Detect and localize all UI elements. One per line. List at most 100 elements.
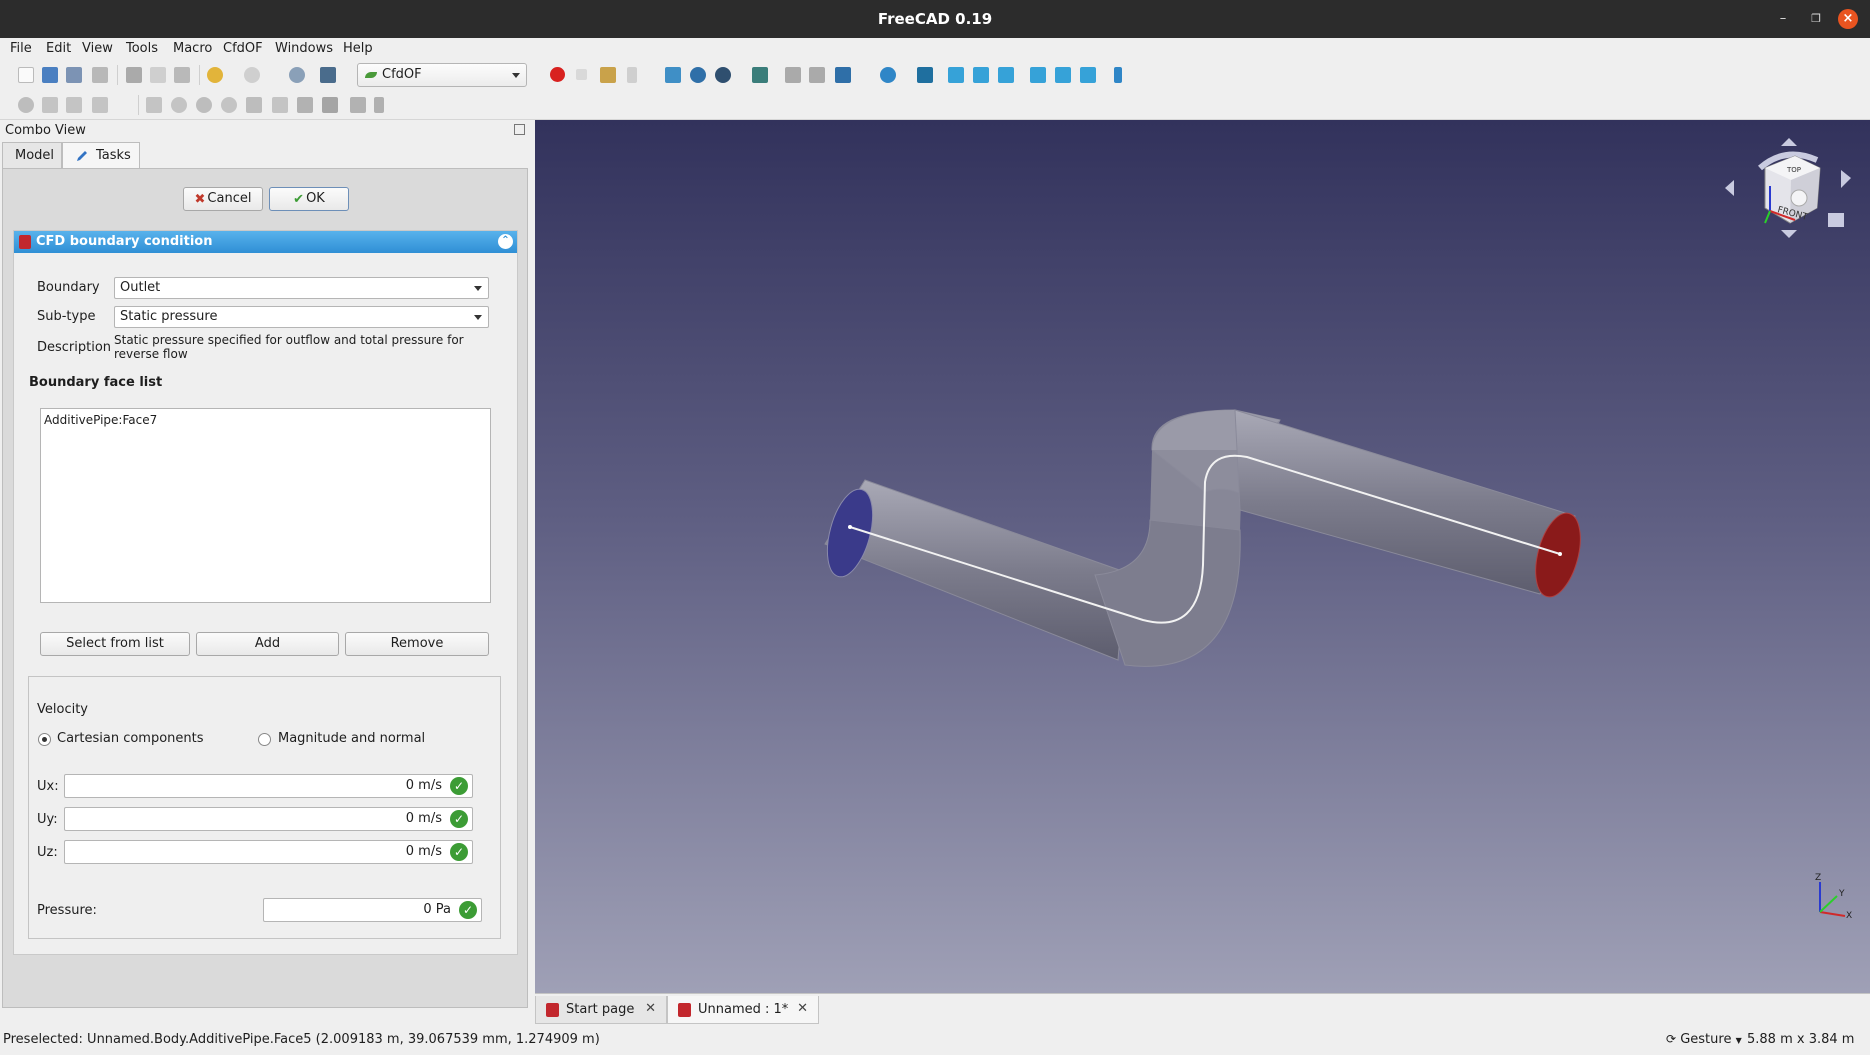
- panel-header: CFD boundary condition ⌃: [14, 231, 517, 253]
- ok-button[interactable]: ✔ OK: [269, 187, 349, 211]
- rear-view-icon[interactable]: [1030, 67, 1046, 83]
- whats-this-icon[interactable]: [320, 67, 336, 83]
- menu-macro[interactable]: Macro: [173, 41, 212, 56]
- cfd-porous-icon[interactable]: [171, 97, 187, 113]
- navigation-cube[interactable]: FRONT TOP: [1725, 138, 1855, 248]
- magnitude-radio[interactable]: [258, 733, 271, 746]
- cfd-report-icon[interactable]: [322, 97, 338, 113]
- tab-start-page[interactable]: Start page ✕: [535, 996, 667, 1024]
- cfd-boundary-icon[interactable]: [146, 97, 162, 113]
- select-from-list-button[interactable]: Select from list: [40, 632, 190, 656]
- menu-view[interactable]: View: [82, 41, 113, 56]
- collapse-icon[interactable]: ⌃: [498, 234, 513, 249]
- valid-check-icon: ✓: [450, 843, 468, 861]
- uy-input[interactable]: 0 m/s: [64, 807, 473, 831]
- cfd-mesh-icon[interactable]: [221, 97, 237, 113]
- left-view-icon[interactable]: [1080, 67, 1096, 83]
- redo-icon[interactable]: [244, 67, 260, 83]
- face-list-title: Boundary face list: [29, 375, 163, 390]
- add-button[interactable]: Add: [196, 632, 339, 656]
- measure-distance-icon[interactable]: [1114, 67, 1122, 83]
- top-view-icon[interactable]: [973, 67, 989, 83]
- ux-input[interactable]: 0 m/s: [64, 774, 473, 798]
- paste-icon[interactable]: [174, 67, 190, 83]
- menu-help[interactable]: Help: [343, 41, 373, 56]
- cfd-physics-icon[interactable]: [42, 97, 58, 113]
- preselection-text: Preselected: Unnamed.Body.AdditivePipe.F…: [3, 1032, 600, 1047]
- bounding-box-icon[interactable]: [752, 67, 768, 83]
- stop-macro-icon[interactable]: [576, 69, 587, 80]
- cartesian-radio[interactable]: [38, 733, 51, 746]
- close-button[interactable]: ×: [1838, 9, 1858, 29]
- back-icon[interactable]: [785, 67, 801, 83]
- right-view-icon[interactable]: [998, 67, 1014, 83]
- cfd-solver-icon[interactable]: [350, 97, 366, 113]
- cfd-fluid-properties-icon[interactable]: [66, 97, 82, 113]
- bottom-view-icon[interactable]: [1055, 67, 1071, 83]
- cfd-scalar-icon[interactable]: [297, 97, 313, 113]
- menu-file[interactable]: File: [10, 41, 32, 56]
- boundary-select[interactable]: Outlet: [114, 277, 489, 299]
- pressure-value: 0 Pa: [423, 902, 451, 917]
- workbench-selector[interactable]: CfdOF: [357, 63, 527, 87]
- run-macro-icon[interactable]: [627, 67, 637, 83]
- std-views-icon[interactable]: [835, 67, 851, 83]
- pressure-input[interactable]: 0 Pa: [263, 898, 482, 922]
- cfd-dynamic-mesh-icon[interactable]: [272, 97, 288, 113]
- tab-tasks[interactable]: Tasks: [62, 142, 140, 168]
- cfd-zone-icon[interactable]: [196, 97, 212, 113]
- boundary-condition-panel: CFD boundary condition ⌃ Boundary Outlet…: [13, 230, 518, 955]
- menu-edit[interactable]: Edit: [46, 41, 71, 56]
- draw-style-icon[interactable]: [715, 67, 731, 83]
- undo-icon[interactable]: [207, 67, 223, 83]
- isometric-icon[interactable]: [917, 67, 933, 83]
- tab-unnamed[interactable]: Unnamed : 1* ✕: [667, 996, 819, 1024]
- chevron-down-icon: [474, 286, 482, 291]
- title-bar: FreeCAD 0.19 – ❐ ×: [0, 0, 1870, 38]
- boundary-value: Outlet: [120, 280, 161, 295]
- 3d-view[interactable]: FRONT TOP Z Y X: [535, 120, 1870, 993]
- menu-tools[interactable]: Tools: [126, 41, 158, 56]
- face-list[interactable]: AdditivePipe:Face7: [40, 408, 491, 603]
- window-title: FreeCAD 0.19: [877, 10, 993, 28]
- uz-input[interactable]: 0 m/s: [64, 840, 473, 864]
- close-tab-icon[interactable]: ✕: [645, 1001, 656, 1016]
- chevron-down-icon: [474, 315, 482, 320]
- menu-windows[interactable]: Windows: [275, 41, 333, 56]
- list-item[interactable]: AdditivePipe:Face7: [44, 413, 487, 427]
- close-tab-icon[interactable]: ✕: [797, 1001, 808, 1016]
- remove-button[interactable]: Remove: [345, 632, 489, 656]
- print-icon[interactable]: [92, 67, 108, 83]
- fit-all-icon[interactable]: [665, 67, 681, 83]
- minimize-button[interactable]: –: [1773, 9, 1793, 29]
- subtype-select[interactable]: Static pressure: [114, 306, 489, 328]
- copy-icon[interactable]: [150, 67, 166, 83]
- open-icon[interactable]: [42, 67, 58, 83]
- record-macro-icon[interactable]: [550, 67, 565, 82]
- save-icon[interactable]: [66, 67, 82, 83]
- ux-label: Ux:: [37, 779, 59, 794]
- front-view-icon[interactable]: [948, 67, 964, 83]
- cfd-initialise-icon[interactable]: [92, 97, 108, 113]
- zoom-icon[interactable]: [880, 67, 896, 83]
- menu-cfdof[interactable]: CfdOF: [223, 41, 263, 56]
- navcube-icon[interactable]: FRONT TOP: [1725, 138, 1855, 248]
- refresh-icon[interactable]: [289, 67, 305, 83]
- cut-icon[interactable]: [126, 67, 142, 83]
- cfd-run-icon[interactable]: [374, 97, 384, 113]
- cancel-button[interactable]: ✖ Cancel: [183, 187, 263, 211]
- pipe-model[interactable]: [535, 120, 1870, 993]
- cartesian-label[interactable]: Cartesian components: [57, 731, 204, 746]
- navigation-style[interactable]: ⟳ Gesture ▼: [1666, 1032, 1742, 1047]
- float-panel-icon[interactable]: [514, 124, 525, 135]
- velocity-title: Velocity: [37, 702, 88, 717]
- edit-macro-icon[interactable]: [600, 67, 616, 83]
- new-document-icon[interactable]: [18, 67, 34, 83]
- fit-selection-icon[interactable]: [690, 67, 706, 83]
- maximize-button[interactable]: ❐: [1806, 9, 1826, 29]
- magnitude-label[interactable]: Magnitude and normal: [278, 731, 425, 746]
- tab-model[interactable]: Model: [2, 142, 62, 168]
- cfd-mesh-refine-icon[interactable]: [246, 97, 262, 113]
- forward-icon[interactable]: [809, 67, 825, 83]
- cfd-analysis-icon[interactable]: [18, 97, 34, 113]
